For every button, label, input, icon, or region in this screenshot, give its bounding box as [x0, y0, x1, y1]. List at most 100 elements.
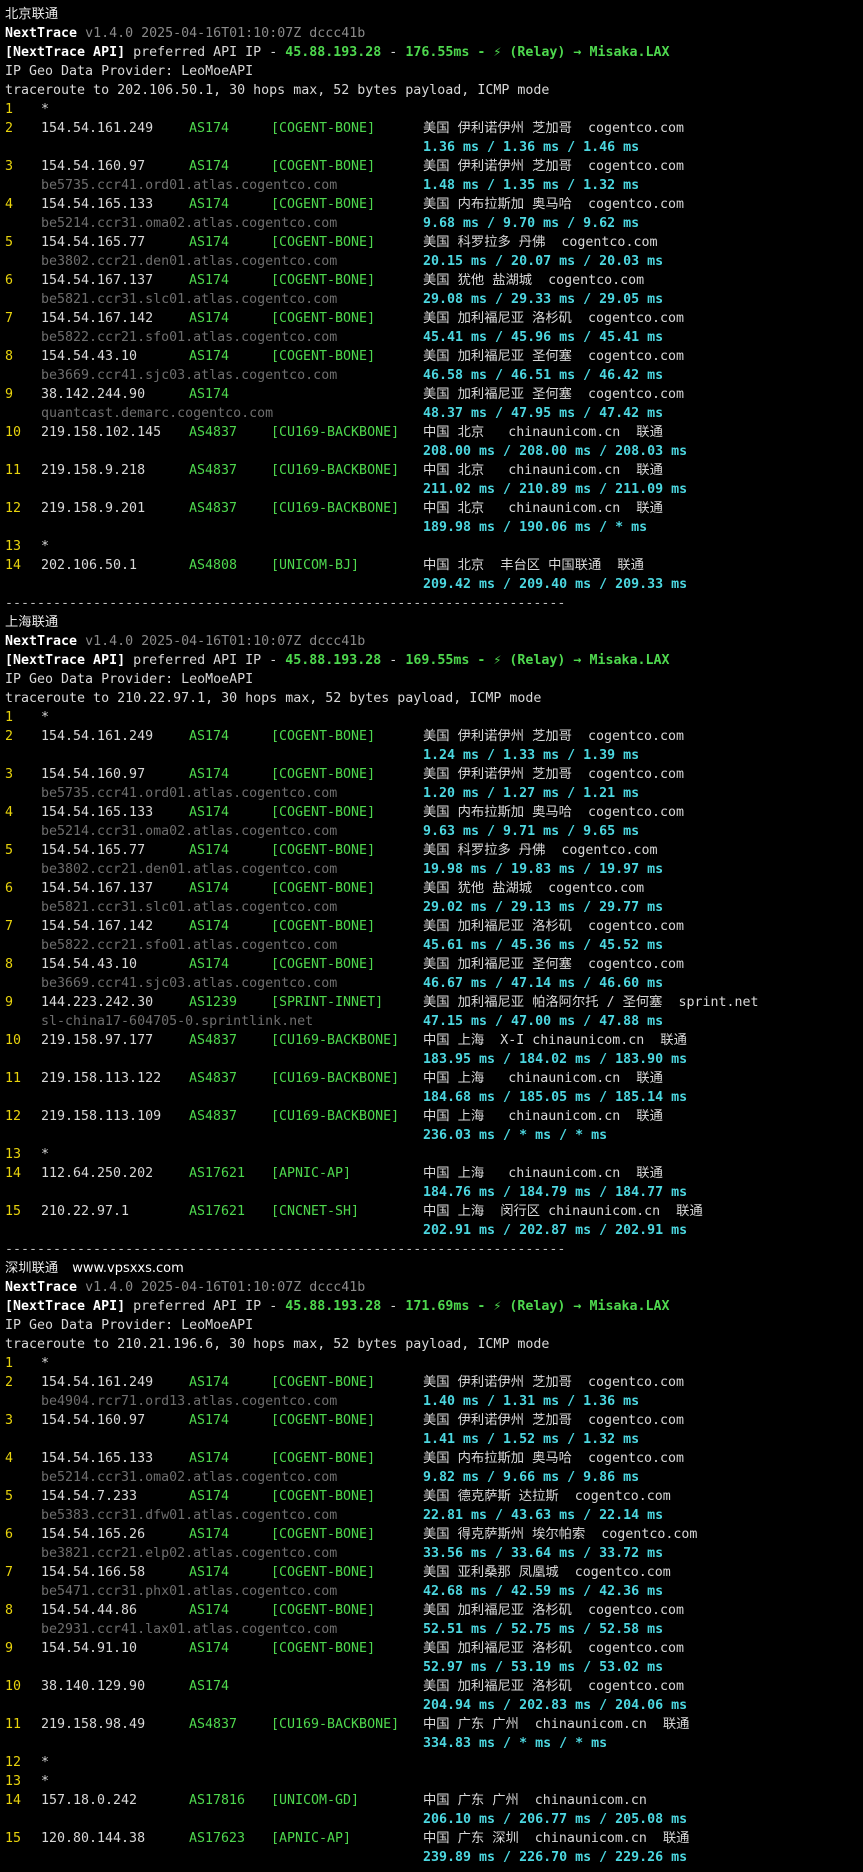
hop-number: 3 [5, 767, 14, 782]
hop-rtt: 19.98 ms / 19.83 ms / 19.97 ms [423, 862, 664, 877]
hop-network-tag: [SPRINT-INNET] [271, 995, 384, 1010]
hop-detail-row: 204.94 ms / 202.83 ms / 204.06 ms [5, 1696, 860, 1715]
separator: ----------------------------------------… [5, 1240, 860, 1259]
hop-number: 10 [5, 425, 22, 440]
hop-rtt: 9.63 ms / 9.71 ms / 9.65 ms [423, 824, 640, 839]
hop-number: 15 [5, 1204, 22, 1219]
hop-row: 10 219.158.97.177 AS4837 [CU169-BACKBONE] 中国… [5, 1031, 860, 1050]
hop-hostname: be4904.rcr71.ord13.atlas.cogentco.com [41, 1394, 338, 1409]
section-title: 北京联通 [5, 5, 860, 24]
tool-name: NextTrace [5, 26, 78, 41]
hop-network-tag: [CU169-BACKBONE] [271, 1071, 400, 1086]
hop-row: 12 219.158.9.201 AS4837 [CU169-BACKBONE] 中国 … [5, 499, 860, 518]
terminal-output: 北京联通 NextTrace v1.4.0 2025-04-16T01:10:07… [5, 5, 860, 1867]
hop-geo: 美国 加利福尼亚 圣何塞 cogentco.com [423, 957, 685, 972]
api-line: [NextTrace API] preferred API IP - 45.88… [5, 651, 860, 670]
traceroute-command: traceroute to 210.21.196.6, 30 hops max,… [5, 1337, 550, 1352]
hop-hostname: be5821.ccr31.slc01.atlas.cogentco.com [41, 292, 338, 307]
hop-ip: 154.54.165.133 [41, 1451, 154, 1466]
hop-row: 9 38.142.244.90 AS174 美国 加利福尼亚 圣何塞 cogentco… [5, 385, 860, 404]
hop-row: 10 38.140.129.90 AS174 美国 加利福尼亚 洛杉矶 cogentc… [5, 1677, 860, 1696]
hop-detail-row: sl-china17-604705-0.sprintlink.net 47.15 … [5, 1012, 860, 1031]
hop-hostname: be3669.ccr41.sjc03.atlas.cogentco.com [41, 976, 338, 991]
hop-network-tag: [COGENT-BONE] [271, 957, 376, 972]
hop-rtt: 47.15 ms / 47.00 ms / 47.88 ms [423, 1014, 664, 1029]
hop-detail-row: 183.95 ms / 184.02 ms / 183.90 ms [5, 1050, 860, 1069]
hop-detail-row: 206.10 ms / 206.77 ms / 205.08 ms [5, 1810, 860, 1829]
hop-ip: 154.54.165.77 [41, 843, 146, 858]
hop-rtt: 183.95 ms / 184.02 ms / 183.90 ms [423, 1052, 688, 1067]
hop-row: 1 * [5, 708, 860, 727]
hop-geo: 美国 伊利诺伊州 芝加哥 cogentco.com [423, 729, 685, 744]
hop-network-tag: [CNCNET-SH] [271, 1204, 360, 1219]
hop-number: 9 [5, 1641, 14, 1656]
separator-dashes: ----------------------------------------… [5, 596, 566, 611]
hop-ip: 154.54.165.133 [41, 805, 154, 820]
hop-asn: AS4837 [189, 501, 238, 516]
hop-ip: 120.80.144.38 [41, 1831, 146, 1846]
hop-number: 6 [5, 881, 14, 896]
hop-asn: AS4837 [189, 1717, 238, 1732]
hop-row: 14 202.106.50.1 AS4808 [UNICOM-BJ] 中国 北京 丰台区… [5, 556, 860, 575]
hop-asn: AS4837 [189, 1071, 238, 1086]
hop-ip: 219.158.9.201 [41, 501, 146, 516]
hop-row: 5 154.54.7.233 AS174 [COGENT-BONE] 美国 德克萨斯 达… [5, 1487, 860, 1506]
hop-number: 9 [5, 387, 14, 402]
api-text: preferred API IP - [125, 45, 286, 60]
hop-number: 4 [5, 197, 14, 212]
hop-ip: 154.54.161.249 [41, 1375, 154, 1390]
site-watermark: www.vpsxxs.com [72, 1261, 184, 1276]
hop-network-tag: [APNIC-AP] [271, 1166, 352, 1181]
hop-geo: 美国 内布拉斯加 奥马哈 cogentco.com [423, 805, 685, 820]
hop-geo: 中国 北京 丰台区 中国联通 联通 [423, 558, 644, 573]
hop-asn: AS17623 [189, 1831, 246, 1846]
hop-network-tag: [COGENT-BONE] [271, 1413, 376, 1428]
hop-ip: 154.54.91.10 [41, 1641, 138, 1656]
hop-number: 11 [5, 1071, 22, 1086]
hop-detail-row: 334.83 ms / * ms / * ms [5, 1734, 860, 1753]
hop-network-tag: [CU169-BACKBONE] [271, 1033, 400, 1048]
hop-rtt: 1.40 ms / 1.31 ms / 1.36 ms [423, 1394, 640, 1409]
version-line: NextTrace v1.4.0 2025-04-16T01:10:07Z dc… [5, 24, 860, 43]
hop-ip: 154.54.43.10 [41, 957, 138, 972]
hop-row: 11 219.158.98.49 AS4837 [CU169-BACKBONE] 中国 … [5, 1715, 860, 1734]
hop-geo: 中国 上海 chinaunicom.cn 联通 [423, 1071, 663, 1086]
hop-rtt: 29.08 ms / 29.33 ms / 29.05 ms [423, 292, 664, 307]
version-info: v1.4.0 2025-04-16T01:10:07Z dccc41b [77, 26, 366, 41]
hop-hostname: be5735.ccr41.ord01.atlas.cogentco.com [41, 786, 338, 801]
hop-hostname: be5822.ccr21.sfo01.atlas.cogentco.com [41, 938, 338, 953]
hop-row: 12 219.158.113.109 AS4837 [CU169-BACKBONE] 中… [5, 1107, 860, 1126]
hop-asn: AS4837 [189, 463, 238, 478]
hop-number: 13 [5, 1147, 22, 1162]
hop-number: 2 [5, 121, 14, 136]
hop-row: 3 154.54.160.97 AS174 [COGENT-BONE] 美国 伊利诺伊州… [5, 1411, 860, 1430]
hop-detail-row: be5735.ccr41.ord01.atlas.cogentco.com 1.2… [5, 784, 860, 803]
hop-ip: 154.54.165.77 [41, 235, 146, 250]
hop-ip: 219.158.113.109 [41, 1109, 162, 1124]
hop-row: 2 154.54.161.249 AS174 [COGENT-BONE] 美国 伊利诺伊… [5, 727, 860, 746]
hop-ip: 38.140.129.90 [41, 1679, 146, 1694]
hop-row: 7 154.54.167.142 AS174 [COGENT-BONE] 美国 加利福尼… [5, 309, 860, 328]
hop-hostname: be3821.ccr21.elp02.atlas.cogentco.com [41, 1546, 338, 1561]
hop-detail-row: be5214.ccr31.oma02.atlas.cogentco.com 9.6… [5, 214, 860, 233]
hop-row: 6 154.54.165.26 AS174 [COGENT-BONE] 美国 得克萨斯州… [5, 1525, 860, 1544]
hop-asn: AS174 [189, 843, 230, 858]
hop-hostname: be5471.ccr31.phx01.atlas.cogentco.com [41, 1584, 338, 1599]
api-label: [NextTrace API] [5, 653, 126, 668]
hop-rtt: 206.10 ms / 206.77 ms / 205.08 ms [423, 1812, 688, 1827]
hop-number: 2 [5, 1375, 14, 1390]
hop-detail-row: 1.36 ms / 1.36 ms / 1.46 ms [5, 138, 860, 157]
hop-ip: 154.54.160.97 [41, 159, 146, 174]
hop-ip: 154.54.167.142 [41, 311, 154, 326]
hop-asn: AS174 [189, 1679, 230, 1694]
hop-hostname: be5822.ccr21.sfo01.atlas.cogentco.com [41, 330, 338, 345]
hop-rtt: 1.41 ms / 1.52 ms / 1.32 ms [423, 1432, 640, 1447]
hop-ip: 154.54.167.137 [41, 881, 154, 896]
hop-rtt: 52.97 ms / 53.19 ms / 53.02 ms [423, 1660, 664, 1675]
hop-row: 7 154.54.166.58 AS174 [COGENT-BONE] 美国 亚利桑那 … [5, 1563, 860, 1582]
hop-asn: AS174 [189, 311, 230, 326]
hop-ip: 157.18.0.242 [41, 1793, 138, 1808]
hop-geo: 中国 广东 广州 chinaunicom.cn [423, 1793, 647, 1808]
hop-row: 13 * [5, 1145, 860, 1164]
hop-hostname: be2931.ccr41.lax01.atlas.cogentco.com [41, 1622, 338, 1637]
